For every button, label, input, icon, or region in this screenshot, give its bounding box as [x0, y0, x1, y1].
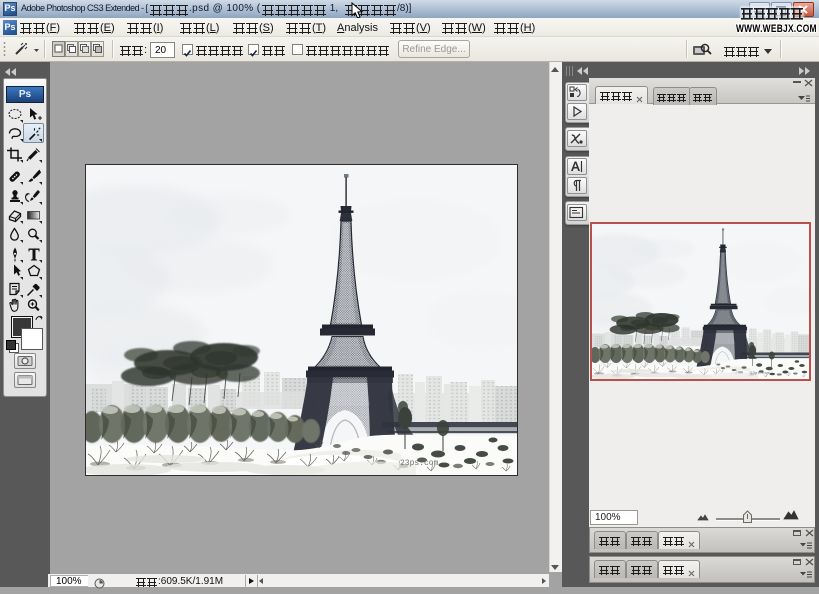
svg-text:23ps.com: 23ps.com	[750, 372, 770, 376]
svg-text:23ps.com: 23ps.com	[400, 459, 439, 468]
